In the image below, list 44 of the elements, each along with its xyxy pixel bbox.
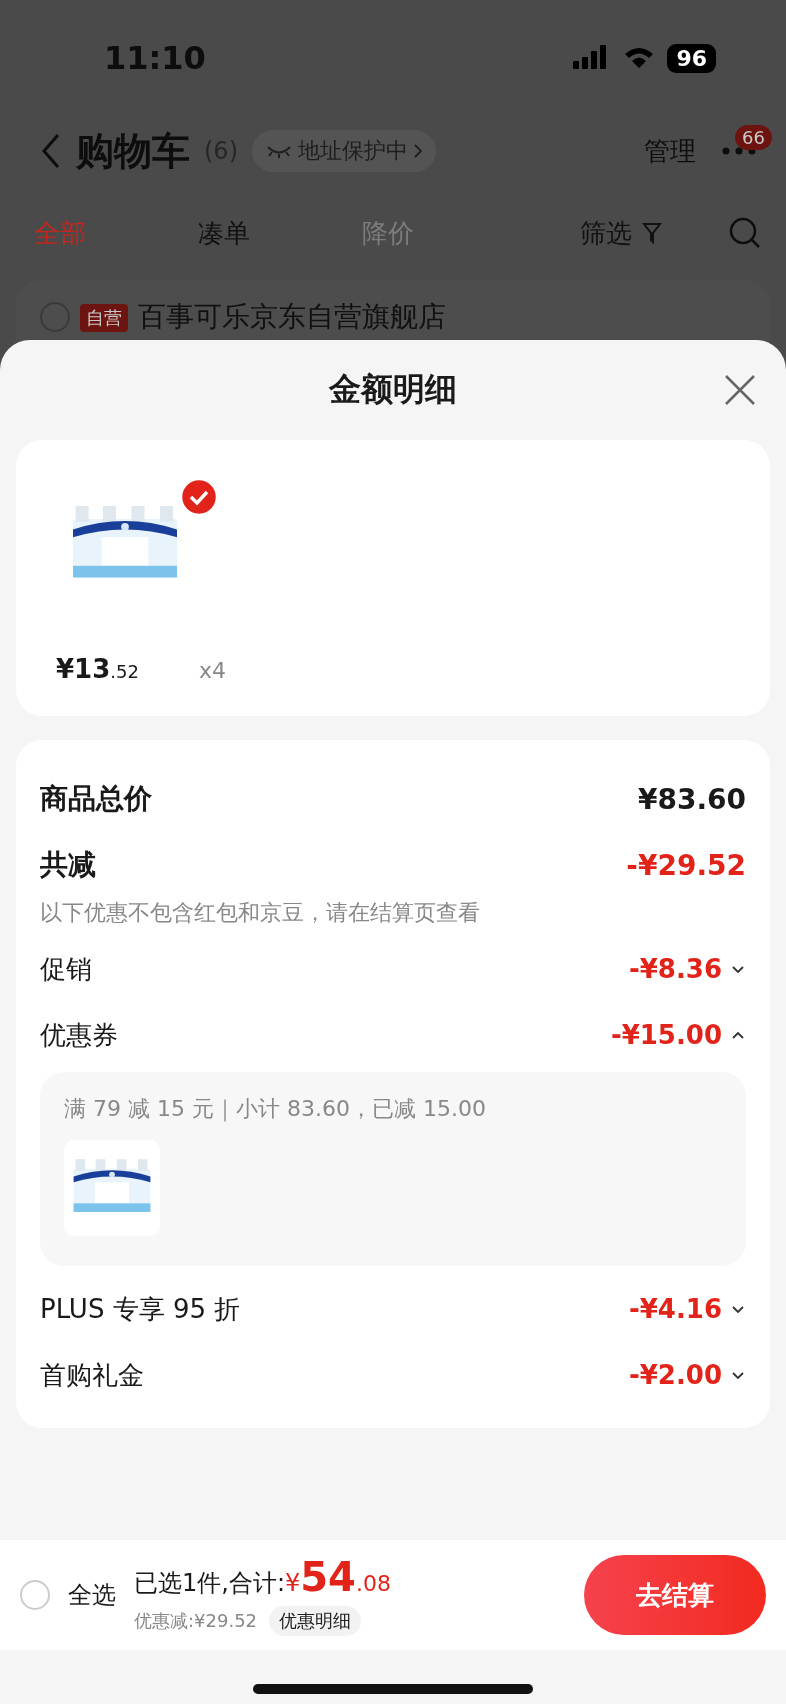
savings-text: 优惠减:¥29.52 <box>134 1609 258 1633</box>
discount-note: 以下优惠不包含红包和京豆，请在结算页查看 <box>40 899 481 927</box>
discount-amount[interactable]: -¥2.00 <box>628 1360 746 1390</box>
discount-label: 促销 <box>40 952 92 986</box>
filter-button[interactable]: 筛选 <box>574 214 668 252</box>
sheet-title: 金额明细 <box>329 369 457 410</box>
chevron-down-icon <box>730 1369 746 1381</box>
closed-eye-icon <box>266 144 292 158</box>
discount-label: PLUS 专享 95 折 <box>40 1292 241 1326</box>
reduction-value: -¥29.52 <box>626 848 746 882</box>
discount-amount[interactable]: -¥8.36 <box>628 954 746 984</box>
store-name[interactable]: 百事可乐京东自营旗舰店 <box>138 298 446 336</box>
discount-amount[interactable]: -¥4.16 <box>628 1294 746 1324</box>
select-all-checkbox[interactable] <box>20 1580 50 1610</box>
chevron-down-icon <box>730 1303 746 1315</box>
status-time: 11:10 <box>104 39 206 77</box>
search-icon[interactable] <box>728 216 762 250</box>
chevron-right-icon <box>414 144 422 158</box>
discount-label: 首购礼金 <box>40 1358 144 1392</box>
page-title: 购物车 <box>76 127 190 175</box>
checkout-button[interactable]: 去结算 <box>584 1555 766 1635</box>
item-quantity: x4 <box>198 658 226 683</box>
reduction-label: 共减 <box>40 847 96 883</box>
self-operated-tag: 自营 <box>80 304 128 332</box>
selected-summary: 已选1件,合计: <box>134 1568 285 1599</box>
chevron-down-icon <box>730 963 746 975</box>
total-value: ¥83.60 <box>637 782 746 816</box>
checkmark-icon[interactable] <box>182 480 216 514</box>
total-label: 商品总价 <box>40 781 152 817</box>
wifi-icon <box>623 46 656 70</box>
discount-amount[interactable]: -¥15.00 <box>610 1020 746 1050</box>
discount-details-button[interactable]: 优惠明细 <box>269 1606 362 1636</box>
coupon-rule: 满 79 减 15 元｜小计 83.60，已减 15.00 <box>64 1095 487 1124</box>
select-all-label: 全选 <box>68 1580 116 1611</box>
funnel-icon <box>642 222 662 244</box>
notification-badge: 66 <box>735 125 772 150</box>
item-price: ¥13.52 <box>56 654 139 684</box>
chevron-up-icon <box>730 1029 746 1041</box>
filter-tab[interactable]: 全部 <box>34 215 198 251</box>
battery-level: 96 <box>667 43 716 73</box>
manage-button[interactable]: 管理 <box>638 132 702 170</box>
total-amount: ¥54.08 <box>285 1554 391 1600</box>
discount-label: 优惠券 <box>40 1018 118 1052</box>
filter-tab[interactable]: 凑单 <box>198 215 362 251</box>
